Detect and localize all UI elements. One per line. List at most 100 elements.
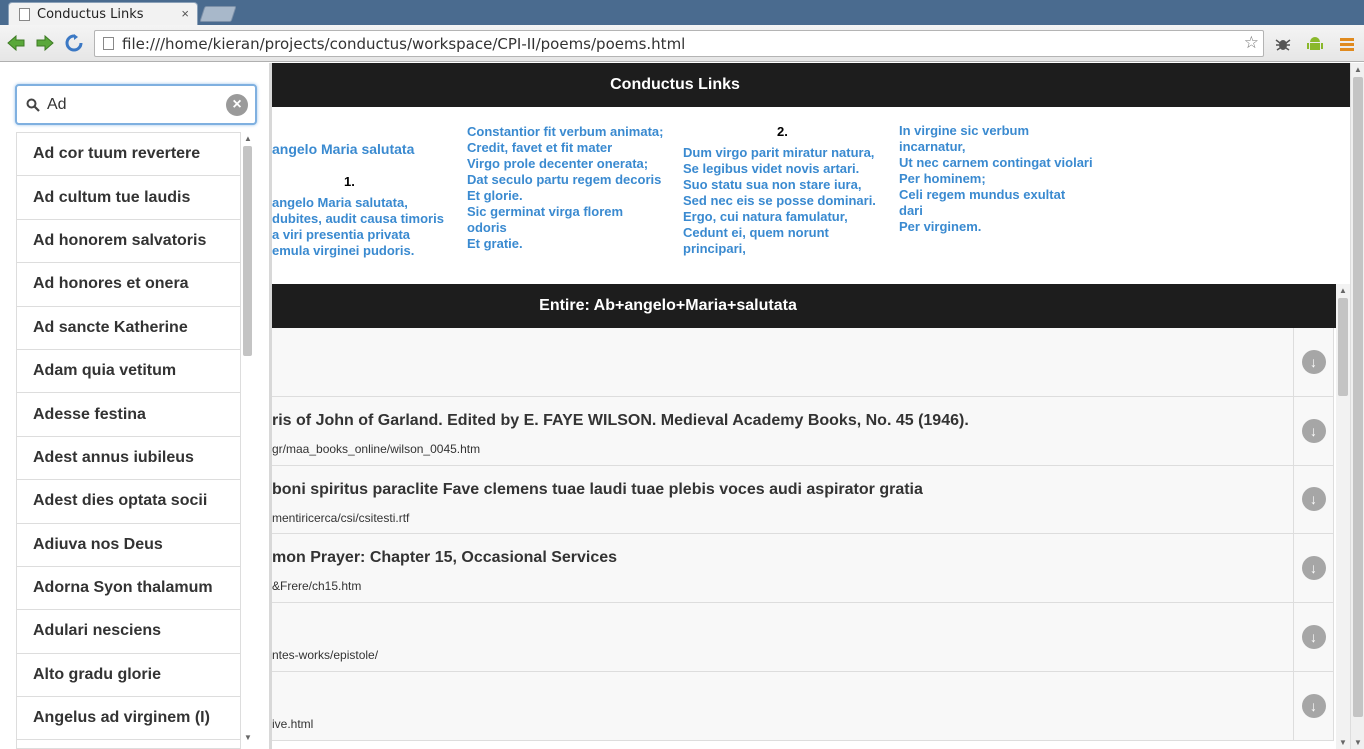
list-item[interactable]: Adest dies optata socii <box>17 480 240 524</box>
tab-strip: Conductus Links × <box>0 0 1364 25</box>
scroll-thumb[interactable] <box>243 146 252 356</box>
list-item[interactable]: Adorna Syon thalamum <box>17 567 240 611</box>
close-tab-icon[interactable]: × <box>181 6 189 21</box>
search-icon <box>23 98 43 112</box>
menu-icon[interactable] <box>1336 33 1358 55</box>
stanza-2-text: Dum virgo parit miratur natura, Se legibu… <box>683 145 876 257</box>
search-results-list: Ad cor tuum revertere Ad cultum tue laudi… <box>16 132 241 749</box>
poem-line: Cedunt ei, quem norunt <box>683 225 829 240</box>
page-icon <box>103 37 114 50</box>
search-box[interactable]: × <box>15 84 257 125</box>
poem-line: Dum virgo parit miratur natura, <box>683 145 875 160</box>
tab-title: Conductus Links <box>37 6 144 22</box>
list-scrollbar[interactable]: ▲ ▼ <box>241 132 255 742</box>
expand-button[interactable]: ↓ <box>1293 465 1333 534</box>
stanza-2-number: 2. <box>777 124 788 139</box>
scroll-down-icon[interactable]: ▼ <box>244 733 252 742</box>
poem-line: Dat seculo partu regem decoris <box>467 172 662 187</box>
expand-button[interactable]: ↓ <box>1293 328 1333 396</box>
scroll-thumb[interactable] <box>1338 298 1348 396</box>
browser-tab[interactable]: Conductus Links × <box>8 2 198 25</box>
list-item[interactable]: Ad sancte Katherine <box>17 307 240 350</box>
stanza-1-text: angelo Maria salutata, dubites, audit cau… <box>272 195 444 259</box>
page-scrollbar[interactable]: ▲ ▼ <box>1350 63 1364 749</box>
arrow-down-icon[interactable]: ↓ <box>1301 556 1326 581</box>
scroll-down-icon[interactable]: ▼ <box>1354 738 1362 747</box>
search-input[interactable] <box>47 95 217 114</box>
expand-button[interactable]: ↓ <box>1293 396 1333 465</box>
poem-line: emula virginei pudoris. <box>272 243 415 258</box>
search-panel: × Ad cor tuum revertereAd cultum tue lau… <box>0 63 272 749</box>
list-item[interactable]: Ad honorem salvatoris <box>17 220 240 264</box>
scroll-up-icon[interactable]: ▲ <box>244 134 252 143</box>
browser-toolbar: file:///home/kieran/projects/conductus/w… <box>0 25 1364 62</box>
forward-icon[interactable] <box>35 33 55 53</box>
link-title[interactable]: boni spiritus paraclite Fave clemens tua… <box>272 481 923 499</box>
list-item[interactable]: Adam quia vetitum <box>17 350 240 394</box>
clear-search-icon[interactable]: × <box>226 94 248 116</box>
arrow-down-icon[interactable]: ↓ <box>1301 693 1326 718</box>
poem-line: angelo Maria salutata, <box>272 195 408 210</box>
link-url[interactable]: ive.html <box>272 717 313 731</box>
link-url[interactable]: &Frere/ch15.htm <box>272 579 361 593</box>
poem-line: Suo statu sua non stare iura, <box>683 177 862 192</box>
reload-icon[interactable] <box>64 33 84 53</box>
stanza-1b-text: Constantior fit verbum animata; Credit, f… <box>467 124 663 252</box>
arrow-down-icon[interactable]: ↓ <box>1301 625 1326 650</box>
poem-line: Credit, favet et fit mater <box>467 140 613 155</box>
results-scrollbar[interactable]: ▲ ▼ <box>1336 284 1350 749</box>
link-title[interactable]: mon Prayer: Chapter 15, Occasional Servi… <box>272 549 617 567</box>
poem-title[interactable]: angelo Maria salutata <box>272 141 414 157</box>
poem-line: Ergo, cui natura famulatur, <box>683 209 848 224</box>
bookmark-star-icon[interactable]: ☆ <box>1244 33 1259 53</box>
expand-button[interactable]: ↓ <box>1293 671 1333 740</box>
list-item[interactable]: Ad honores et onera <box>17 263 240 307</box>
link-url[interactable]: gr/maa_books_online/wilson_0045.htm <box>272 442 480 456</box>
poem-line: Et glorie. <box>467 188 523 203</box>
scroll-up-icon[interactable]: ▲ <box>1339 286 1347 295</box>
poem-line: odoris <box>467 220 507 235</box>
list-item[interactable]: Ad cultum tue laudis <box>17 176 240 220</box>
expand-button[interactable]: ↓ <box>1293 534 1333 603</box>
address-bar[interactable]: file:///home/kieran/projects/conductus/w… <box>94 30 1264 57</box>
link-title[interactable]: ris of John of Garland. Edited by E. FAY… <box>272 412 969 430</box>
scroll-down-icon[interactable]: ▼ <box>1339 738 1347 747</box>
new-tab-button[interactable] <box>199 6 237 22</box>
link-url[interactable]: ntes-works/epistole/ <box>272 648 378 662</box>
poem-line: Se legibus videt novis artari. <box>683 161 860 176</box>
poem-line: Sed nec eis se posse dominari. <box>683 193 876 208</box>
poem-line: principari, <box>683 241 746 256</box>
list-item[interactable]: Adest annus iubileus <box>17 437 240 481</box>
poem-line: Constantior fit verbum animata; <box>467 124 664 139</box>
list-item[interactable]: Alto gradu glorie <box>17 654 240 698</box>
expand-button[interactable]: ↓ <box>1293 603 1333 671</box>
scroll-thumb[interactable] <box>1353 77 1363 717</box>
arrow-down-icon[interactable]: ↓ <box>1301 349 1326 374</box>
entire-title: Entire: Ab+angelo+Maria+salutata <box>539 297 797 314</box>
list-item[interactable]: Adiuva nos Deus <box>17 524 240 567</box>
list-item[interactable]: Angelus ad virginem (I) <box>17 697 240 741</box>
poem-line: Celi regem mundus exultat <box>899 187 1066 202</box>
page-title: Conductus Links <box>610 76 740 93</box>
back-icon[interactable] <box>6 33 26 53</box>
page-icon <box>19 7 30 21</box>
link-url[interactable]: mentiricerca/csi/csitesti.rtf <box>272 511 409 525</box>
arrow-down-icon[interactable]: ↓ <box>1301 418 1326 443</box>
url-text: file:///home/kieran/projects/conductus/w… <box>122 34 686 53</box>
scroll-up-icon[interactable]: ▲ <box>1354 65 1362 74</box>
poem-line: Ut nec carnem contingat violari <box>899 155 1093 170</box>
android-extension-icon[interactable] <box>1304 33 1326 55</box>
stanza-1-number: 1. <box>344 174 355 189</box>
poem-line: Virgo prole decenter onerata; <box>467 156 649 171</box>
poem-line: dari <box>899 203 923 218</box>
page-viewport: Conductus Links angelo Maria salutata 1.… <box>0 63 1364 749</box>
list-item[interactable]: Ad cor tuum revertere <box>17 133 240 177</box>
poem-line: Sic germinat virga florem <box>467 204 624 219</box>
list-item[interactable]: Adesse festina <box>17 393 240 437</box>
poem-line: a viri presentia privata <box>272 227 411 242</box>
arrow-down-icon[interactable]: ↓ <box>1301 487 1326 512</box>
list-item[interactable]: Adulari nesciens <box>17 610 240 654</box>
poem-line: Per hominem; <box>899 171 986 186</box>
bug-extension-icon[interactable] <box>1272 33 1294 55</box>
poem-line: incarnatur, <box>899 139 966 154</box>
